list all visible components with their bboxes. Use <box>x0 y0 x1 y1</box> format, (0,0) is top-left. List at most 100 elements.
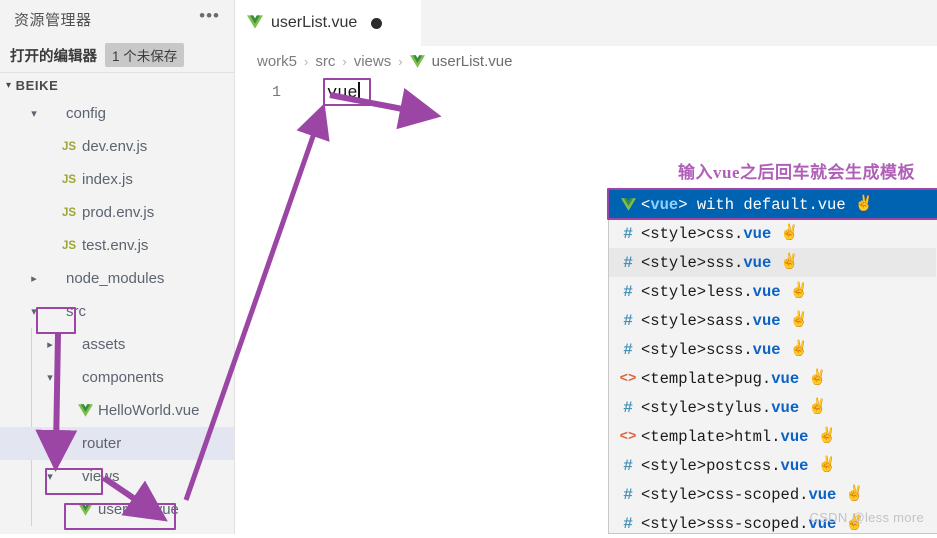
suggest-name: css-scoped. <box>706 486 808 504</box>
chevron-down-icon[interactable]: ▾ <box>26 305 42 318</box>
chevron-right-icon[interactable]: ▸ <box>26 272 42 285</box>
tree-item-node-modules[interactable]: ▸node_modules <box>0 262 234 295</box>
breadcrumb-item-work5[interactable]: work5 <box>257 53 297 70</box>
tree-item-helloworld-vue[interactable]: ▸HelloWorld.vue <box>0 394 234 427</box>
suggest-name: stylus. <box>706 399 771 417</box>
code-line-1[interactable]: vue <box>327 82 360 103</box>
watermark: CSDN @less more <box>810 510 925 525</box>
tree-item-label: HelloWorld.vue <box>96 402 199 419</box>
tree-item-test-env-js[interactable]: ▸JStest.env.js <box>0 229 234 262</box>
tree-item-label: dev.env.js <box>80 138 147 155</box>
tree-item-label: prod.env.js <box>80 204 154 221</box>
tab-filename: userList.vue <box>271 14 357 32</box>
suggest-item-html[interactable]: <><template> html.vue✌️ <box>609 422 936 451</box>
hash-icon: # <box>615 254 641 272</box>
suggest-name: css. <box>706 225 743 243</box>
suggest-match: vue <box>650 196 678 214</box>
code-token-vue: vue <box>327 84 358 103</box>
open-editors-section[interactable]: 打开的编辑器 1 个未保存 <box>0 38 234 72</box>
chevron-down-icon[interactable]: ▾ <box>42 470 58 483</box>
suggest-name: sass. <box>706 312 753 330</box>
tab-bar: userList.vue <box>235 0 937 46</box>
suggest-item-pug[interactable]: <><template> pug.vue✌️ <box>609 364 936 393</box>
suggest-prefix: <style> <box>641 399 706 417</box>
hand-emoji-icon: ✌️ <box>855 197 874 212</box>
hand-emoji-icon: ✌️ <box>817 429 836 444</box>
tree-item-assets[interactable]: ▸ assets <box>0 328 234 361</box>
js-file-icon: JS <box>58 207 80 219</box>
hand-emoji-icon: ✌️ <box>808 400 827 415</box>
chevron-right-icon[interactable]: ▸ <box>42 437 58 450</box>
annotation-text: 输入vue之后回车就会生成模板 <box>678 158 915 183</box>
chevron-right-icon[interactable]: ▸ <box>42 338 58 351</box>
hand-emoji-icon: ✌️ <box>790 342 809 357</box>
tree-item-index-js[interactable]: ▸JSindex.js <box>0 163 234 196</box>
suggest-prefix: <style> <box>641 225 706 243</box>
hand-emoji-icon: ✌️ <box>808 371 827 386</box>
suggest-match: vue <box>753 283 781 301</box>
suggest-prefix: <template> <box>641 428 734 446</box>
unsaved-dot-icon[interactable] <box>371 18 382 29</box>
open-editors-label: 打开的编辑器 <box>10 45 97 66</box>
suggest-match: vue <box>771 399 799 417</box>
hash-icon: # <box>615 283 641 301</box>
suggest-name: pug. <box>734 370 771 388</box>
explorer-sidebar: 资源管理器 ••• 打开的编辑器 1 个未保存 ▾ BEIKE ▾config▸… <box>0 0 235 534</box>
hash-icon: # <box>615 312 641 330</box>
explorer-header: 资源管理器 ••• <box>0 0 234 38</box>
hash-icon: # <box>615 486 641 504</box>
tree-item-label: src <box>64 303 86 320</box>
breadcrumb-separator: › <box>342 54 346 69</box>
suggest-item-vue[interactable]: <vue> with default.vue✌️default.vue <box>609 190 937 219</box>
chevron-down-icon: ▾ <box>6 80 12 91</box>
suggest-prefix: <style> <box>641 312 706 330</box>
suggest-match: vue <box>808 486 836 504</box>
chevron-down-icon[interactable]: ▾ <box>26 107 42 120</box>
tree-item-src[interactable]: ▾ src <box>0 295 234 328</box>
suggest-item-sass[interactable]: #<style> sass.vue✌️ <box>609 306 936 335</box>
hash-icon: # <box>615 225 641 243</box>
vue-icon <box>410 53 425 70</box>
suggest-match: vue <box>743 254 771 272</box>
tree-item-label: assets <box>80 336 125 353</box>
vue-file-icon <box>74 503 96 517</box>
suggest-match: vue <box>753 341 781 359</box>
tree-item-config[interactable]: ▾config <box>0 97 234 130</box>
tab-userlist-vue[interactable]: userList.vue <box>235 0 421 46</box>
chevron-down-icon[interactable]: ▾ <box>42 371 58 384</box>
suggest-item-scss[interactable]: #<style> scss.vue✌️ <box>609 335 936 364</box>
line-number: 1 <box>259 84 281 101</box>
tree-item-components[interactable]: ▾components <box>0 361 234 394</box>
js-file-icon: JS <box>58 141 80 153</box>
tree-item-label: views <box>80 468 120 485</box>
suggest-prefix: <template> <box>641 370 734 388</box>
breadcrumb-item-src[interactable]: src <box>315 53 335 70</box>
tree-item-prod-env-js[interactable]: ▸JSprod.env.js <box>0 196 234 229</box>
tree-item-views[interactable]: ▾ views <box>0 460 234 493</box>
hand-emoji-icon: ✌️ <box>790 313 809 328</box>
tree-item-userlist-vue[interactable]: ▸userList.vue <box>0 493 234 526</box>
unsaved-count-badge: 1 个未保存 <box>105 43 184 67</box>
suggest-item-sss[interactable]: #<style> sss.vue✌️ <box>609 248 936 277</box>
suggest-item-css-scoped[interactable]: #<style> css-scoped.vue✌️ <box>609 480 936 509</box>
code-editor[interactable]: 1 vue 输入vue之后回车就会生成模板 <vue> with default… <box>235 76 937 534</box>
workspace-root-row[interactable]: ▾ BEIKE <box>0 73 234 97</box>
tree-item-router[interactable]: ▸ router <box>0 427 234 460</box>
suggest-name: postcss. <box>706 457 780 475</box>
breadcrumb-item-views[interactable]: views <box>354 53 392 70</box>
hand-emoji-icon: ✌️ <box>780 226 799 241</box>
suggest-list[interactable]: <vue> with default.vue✌️default.vue#<sty… <box>609 190 936 538</box>
breadcrumb-item-userlist-vue[interactable]: userList.vue <box>432 53 513 70</box>
suggest-item-postcss[interactable]: #<style> postcss.vue✌️ <box>609 451 936 480</box>
ellipsis-icon[interactable]: ••• <box>199 11 220 27</box>
tag-icon: <> <box>615 371 641 387</box>
tree-item-dev-env-js[interactable]: ▸JSdev.env.js <box>0 130 234 163</box>
suggest-widget[interactable]: <vue> with default.vue✌️default.vue#<sty… <box>608 189 937 534</box>
suggest-item-stylus[interactable]: #<style> stylus.vue✌️ <box>609 393 936 422</box>
suggest-item-css[interactable]: #<style> css.vue ✌️ <box>609 219 936 248</box>
hand-emoji-icon: ✌️ <box>817 458 836 473</box>
suggest-match: vue <box>743 225 771 243</box>
suggest-name: less. <box>706 283 753 301</box>
suggest-item-less[interactable]: #<style> less.vue✌️ <box>609 277 936 306</box>
tree-item-label: router <box>80 435 121 452</box>
